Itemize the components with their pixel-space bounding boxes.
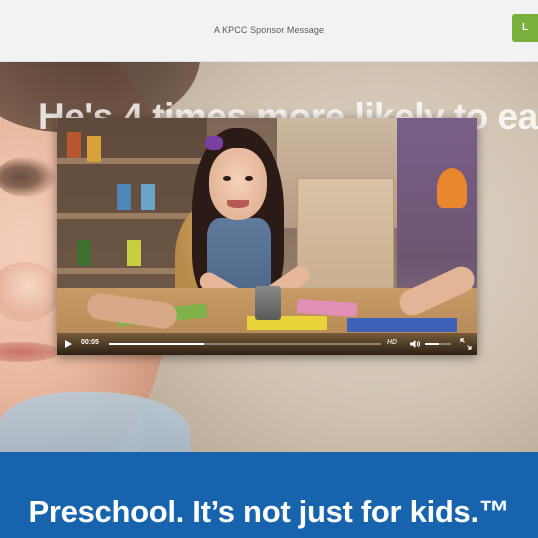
sponsor-message: A KPCC Sponsor Message — [213, 25, 325, 35]
shelf-board — [57, 213, 207, 219]
video-player[interactable]: 00:05 HD — [57, 118, 477, 355]
video-frame-paper — [347, 318, 457, 332]
play-icon[interactable] — [62, 338, 74, 350]
video-progress-bar[interactable] — [109, 343, 381, 345]
video-frame-girl-eye — [223, 176, 231, 181]
shelf-item — [141, 184, 155, 210]
video-controls: 00:05 HD — [57, 333, 477, 355]
volume-slider[interactable] — [425, 343, 451, 345]
video-frame-girl-eye — [245, 176, 253, 181]
volume-level-fill — [425, 343, 440, 345]
volume-icon[interactable] — [409, 338, 421, 350]
hd-toggle[interactable]: HD — [387, 339, 397, 346]
video-frame-toy — [437, 168, 467, 208]
fullscreen-icon[interactable] — [460, 338, 472, 350]
tagline-text: Preschool. It’s not just for kids.™ — [28, 494, 510, 529]
shelf-item — [67, 132, 81, 158]
shelf-item — [77, 240, 91, 266]
shelf-item — [127, 240, 141, 266]
shelf-item — [117, 184, 131, 210]
video-frame-cabinet — [297, 178, 394, 300]
ad-page: A KPCC Sponsor Message L He's 4 times mo… — [0, 0, 538, 538]
video-frame-girl-bow — [205, 136, 223, 150]
video-progress-fill — [109, 343, 205, 345]
video-current-time: 00:05 — [81, 339, 99, 346]
tagline-bar: Preschool. It’s not just for kids.™ — [0, 452, 538, 538]
sponsor-bar: A KPCC Sponsor Message L — [0, 0, 538, 62]
shelf-board — [57, 158, 207, 164]
cta-button[interactable]: L — [512, 14, 538, 42]
video-frame-pencil-cup — [255, 286, 281, 320]
video-frame-girl-face — [209, 148, 267, 220]
video-frame-girl-smile — [227, 200, 249, 208]
shelf-item — [87, 136, 101, 162]
